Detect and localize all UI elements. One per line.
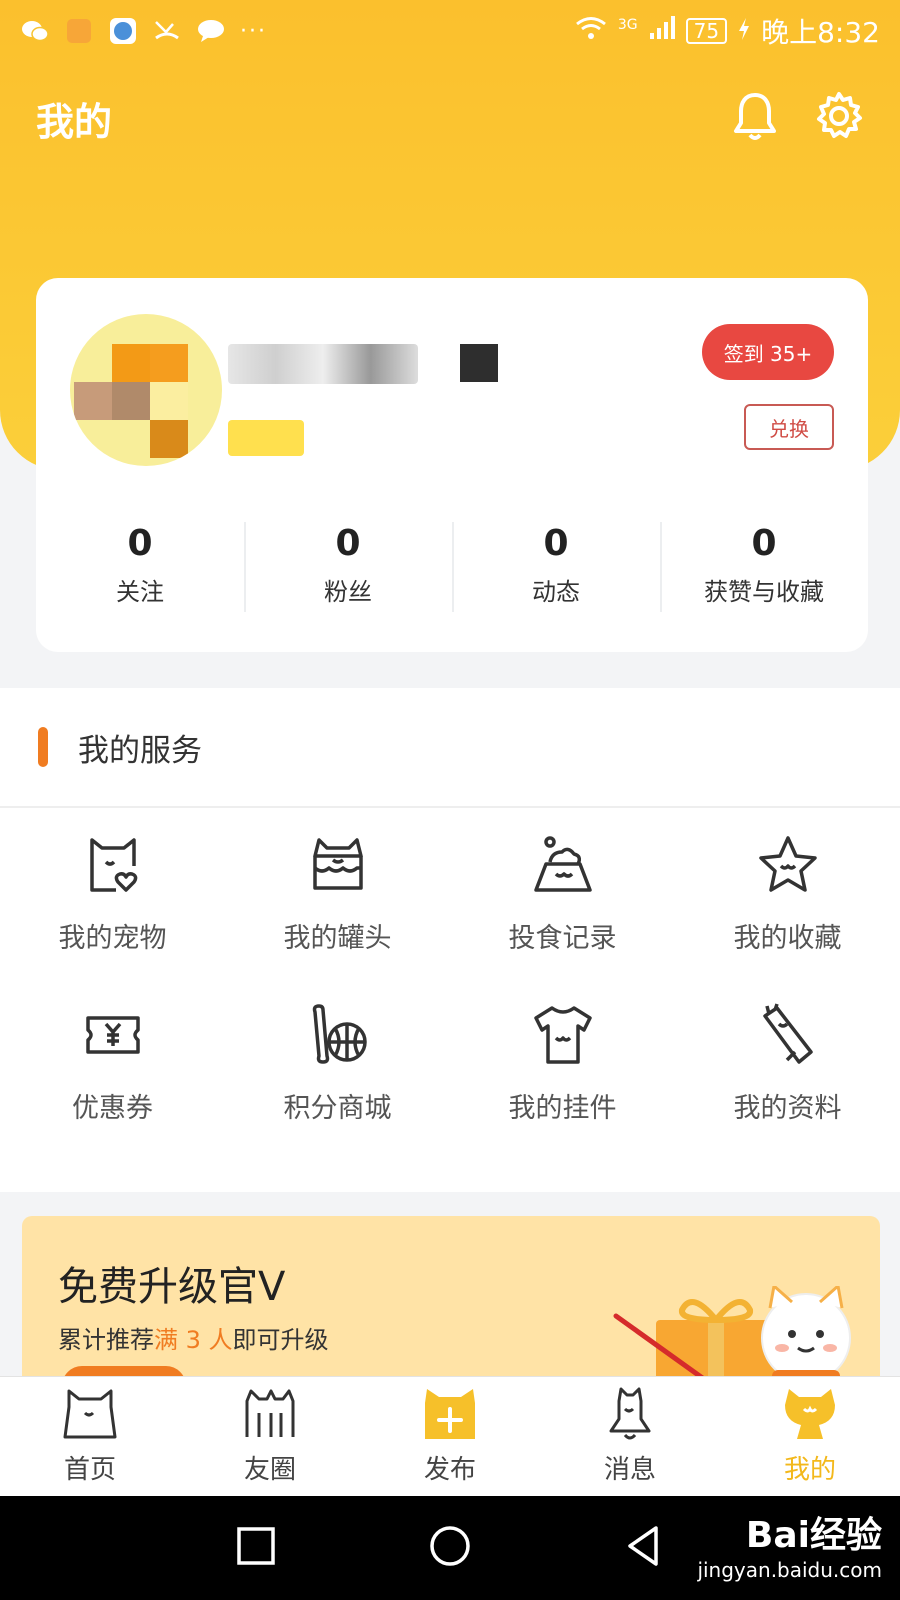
nav-label: 首页 — [63, 1455, 116, 1485]
nav-home[interactable]: 首页 — [0, 1377, 180, 1496]
promo-subtitle: 累计推荐满 3 人即可升级 — [58, 1320, 329, 1355]
profile-card: 签到 35+ 兑换 0 关注 0 粉丝 0 动态 0 获赞与收藏 — [36, 278, 868, 652]
stat-label: 粉丝 — [324, 578, 372, 606]
recent-apps-icon[interactable] — [234, 1524, 278, 1572]
star-icon — [755, 832, 821, 902]
service-my-cans[interactable]: 我的罐头 — [225, 832, 450, 1002]
avatar[interactable] — [70, 314, 222, 466]
service-my-profile[interactable]: 我的资料 — [675, 1002, 900, 1172]
service-label: 积分商城 — [283, 1093, 392, 1124]
coupon-icon — [80, 1002, 146, 1072]
service-label: 优惠券 — [72, 1093, 153, 1124]
home-cat-icon — [61, 1387, 119, 1445]
promo-sub-highlight: 满 3 人 — [154, 1326, 233, 1354]
signal-icon — [648, 15, 676, 48]
section-accent-bar — [38, 727, 48, 767]
stat-posts[interactable]: 0 动态 — [452, 522, 660, 612]
wifi-icon — [574, 15, 608, 48]
status-bar: ··· 3G 75 晚上8:32 — [0, 0, 900, 62]
bottom-nav: 首页 友圈 发布 消息 我的 — [0, 1376, 900, 1496]
browser-icon — [108, 17, 138, 45]
title-row: 我的 — [36, 88, 866, 148]
bowl-icon — [530, 832, 596, 902]
stat-following[interactable]: 0 关注 — [36, 522, 244, 612]
promo-sub-prefix: 累计推荐 — [58, 1326, 154, 1354]
service-label: 投食记录 — [508, 923, 617, 954]
back-icon[interactable] — [622, 1524, 666, 1572]
friends-icon — [241, 1387, 299, 1445]
bell-icon[interactable] — [728, 89, 782, 147]
app-notification-icon — [64, 17, 94, 45]
promo-action-button[interactable] — [62, 1366, 186, 1376]
nav-label: 消息 — [603, 1455, 656, 1485]
nav-friends[interactable]: 友圈 — [180, 1377, 360, 1496]
cat-heart-icon — [80, 832, 146, 902]
nav-me[interactable]: 我的 — [720, 1377, 900, 1496]
promo-title: 免费升级官V — [58, 1264, 286, 1310]
service-label: 我的收藏 — [733, 923, 842, 954]
points-mall-icon — [305, 1002, 371, 1072]
service-label: 我的罐头 — [283, 923, 392, 954]
services-grid: 我的宠物 我的罐头 投食记录 我的收藏 优惠券 积分商城 我的挂件 我的资料 — [0, 808, 900, 1192]
can-icon — [305, 832, 371, 902]
stat-label: 动态 — [532, 578, 580, 606]
service-points-mall[interactable]: 积分商城 — [225, 1002, 450, 1172]
network-type: 3G — [617, 17, 638, 33]
exchange-button[interactable]: 兑换 — [744, 404, 834, 450]
watermark-brand: Bai经验 — [745, 1515, 882, 1556]
watermark-url: jingyan.baidu.com — [697, 1558, 882, 1582]
stat-value: 0 — [335, 523, 361, 564]
wechat-icon — [20, 17, 50, 45]
clock: 晚上8:32 — [761, 16, 880, 49]
username-badge-redacted — [460, 344, 498, 382]
stat-value: 0 — [127, 523, 153, 564]
stat-label: 获赞与收藏 — [704, 578, 824, 606]
service-coupons[interactable]: 优惠券 — [0, 1002, 225, 1172]
message-bell-icon — [601, 1387, 659, 1445]
shirt-icon — [530, 1002, 596, 1072]
stat-value: 0 — [543, 523, 569, 564]
battery-level: 75 — [685, 18, 728, 44]
stat-likes-favorites[interactable]: 0 获赞与收藏 — [660, 522, 868, 612]
nav-publish[interactable]: 发布 — [360, 1377, 540, 1496]
stat-label: 关注 — [116, 578, 164, 606]
services-header: 我的服务 — [0, 688, 900, 808]
nav-label: 我的 — [783, 1455, 836, 1485]
service-my-favorites[interactable]: 我的收藏 — [675, 832, 900, 1002]
baidu-jingyan-watermark: Bai经验 jingyan.baidu.com — [697, 1506, 882, 1582]
checkin-button[interactable]: 签到 35+ — [702, 324, 834, 380]
gear-icon[interactable] — [812, 89, 866, 147]
stat-value: 0 — [751, 523, 777, 564]
home-icon[interactable] — [428, 1524, 472, 1572]
profile-stats: 0 关注 0 粉丝 0 动态 0 获赞与收藏 — [36, 522, 868, 612]
publish-icon — [421, 1387, 479, 1445]
service-my-pets[interactable]: 我的宠物 — [0, 832, 225, 1002]
missed-call-icon — [152, 17, 182, 45]
more-notifications-icon: ··· — [240, 18, 267, 44]
nav-label: 发布 — [423, 1455, 476, 1485]
service-label: 我的挂件 — [508, 1093, 617, 1124]
message-bubble-icon — [196, 17, 226, 45]
stat-followers[interactable]: 0 粉丝 — [244, 522, 452, 612]
service-feeding-records[interactable]: 投食记录 — [450, 832, 675, 1002]
nav-label: 友圈 — [243, 1455, 296, 1485]
promo-sub-suffix: 即可升级 — [232, 1326, 329, 1354]
profile-tag-icon — [755, 1002, 821, 1072]
me-cat-icon — [781, 1387, 839, 1445]
service-label: 我的资料 — [733, 1093, 842, 1124]
username-redacted — [228, 344, 418, 384]
user-level-redacted — [228, 420, 304, 456]
nav-messages[interactable]: 消息 — [540, 1377, 720, 1496]
service-my-pendants[interactable]: 我的挂件 — [450, 1002, 675, 1172]
charging-icon — [737, 15, 751, 48]
services-title: 我的服务 — [78, 732, 202, 769]
service-label: 我的宠物 — [58, 923, 167, 954]
page-title: 我的 — [36, 99, 113, 144]
